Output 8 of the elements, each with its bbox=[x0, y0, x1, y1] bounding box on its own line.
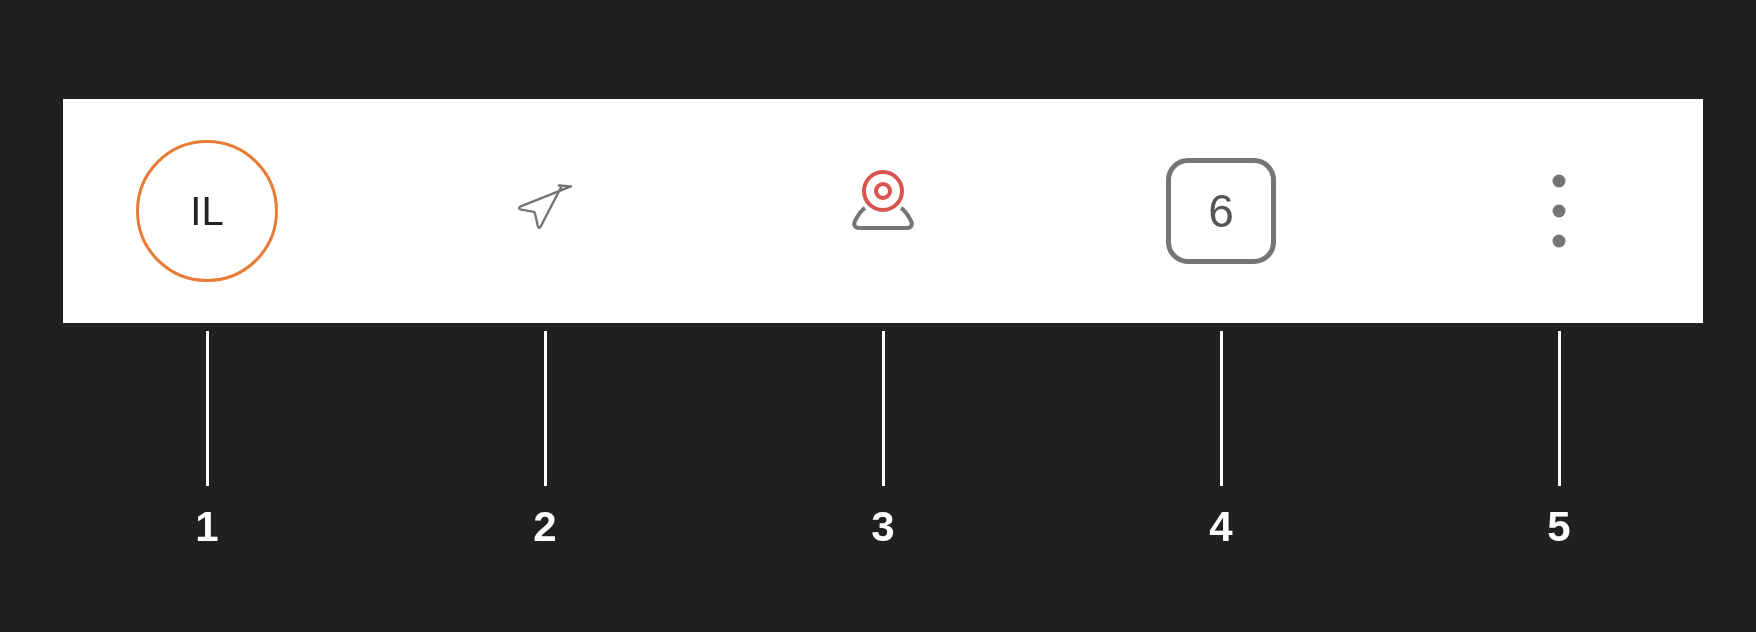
callout-number: 2 bbox=[533, 506, 557, 548]
callout-number: 4 bbox=[1209, 506, 1233, 548]
avatar-button[interactable]: IL bbox=[136, 140, 278, 282]
callout-number: 5 bbox=[1547, 506, 1571, 548]
count-badge[interactable]: 6 bbox=[1166, 158, 1276, 264]
callout-number: 3 bbox=[871, 506, 895, 548]
callout-number: 1 bbox=[195, 506, 219, 548]
more-icon[interactable] bbox=[1552, 174, 1566, 248]
